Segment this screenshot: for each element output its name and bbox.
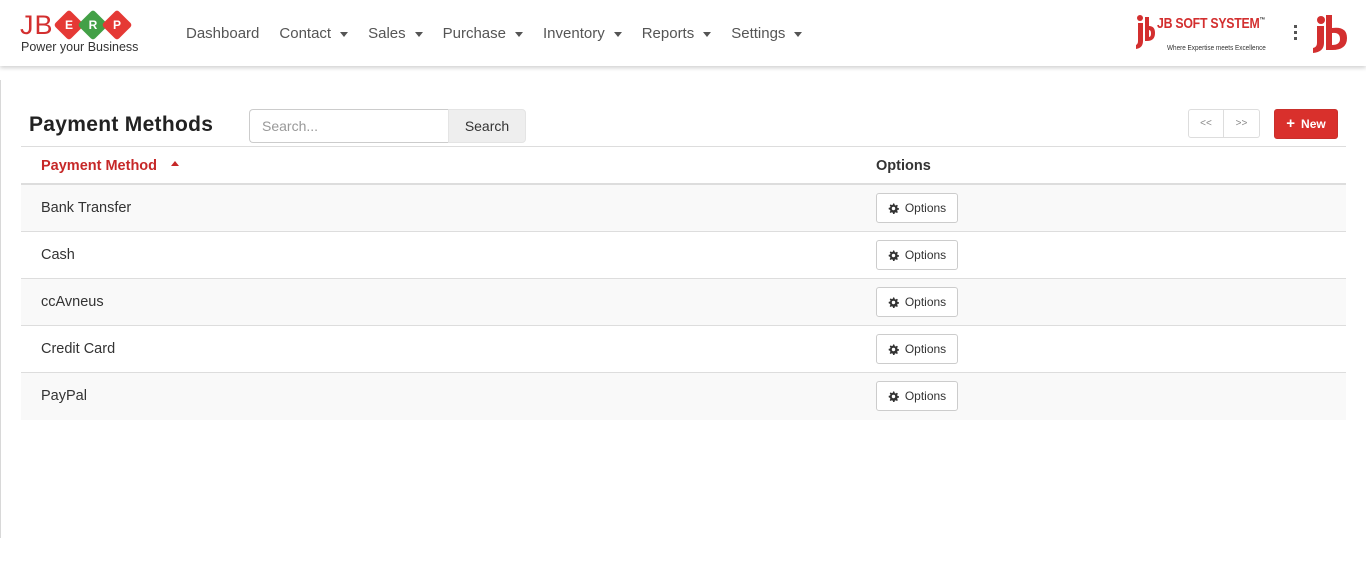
payment-method-name: PayPal	[41, 388, 87, 404]
caret-down-icon	[703, 31, 712, 37]
new-payment-method-button[interactable]: + New	[1274, 109, 1338, 139]
company-slogan: Where Expertise meets Excellence	[1167, 43, 1266, 52]
jberp-logo[interactable]: JB E R P Power your Business	[20, 9, 152, 56]
caret-down-icon	[515, 31, 523, 37]
page-title: Payment Methods	[29, 113, 214, 136]
brand-name: JB	[20, 10, 54, 40]
search-input[interactable]	[249, 109, 449, 143]
payment-methods-table: Payment Method Options Bank Transfer Opt…	[21, 146, 1346, 420]
column-header-options: Options	[876, 158, 931, 174]
user-profile-logo-icon[interactable]	[1311, 12, 1349, 54]
table-body: Bank Transfer Options Cash Options ccAvn…	[21, 185, 1346, 420]
payment-method-name: Credit Card	[41, 341, 116, 357]
gear-icon	[888, 249, 899, 261]
options-button[interactable]: Options	[876, 287, 958, 317]
caret-down-icon	[340, 31, 349, 37]
new-button-label: New	[1301, 117, 1326, 131]
options-button[interactable]: Options	[876, 381, 958, 411]
top-navbar: JB E R P Power your Business Dashboard C…	[0, 0, 1366, 66]
next-page-button[interactable]: >>	[1224, 109, 1260, 138]
options-button[interactable]: Options	[876, 334, 958, 364]
column-header-payment-method[interactable]: Payment Method	[41, 158, 180, 174]
nav-inventory[interactable]: Inventory	[533, 0, 632, 66]
gear-icon	[888, 343, 899, 355]
table-row: Bank Transfer Options	[21, 185, 1346, 232]
sort-ascending-icon	[171, 161, 180, 166]
options-button[interactable]: Options	[876, 193, 958, 223]
options-button[interactable]: Options	[876, 240, 958, 270]
table-row: PayPal Options	[21, 373, 1346, 420]
prev-page-button[interactable]: <<	[1188, 109, 1224, 138]
nav-dashboard[interactable]: Dashboard	[176, 0, 269, 66]
caret-down-icon	[613, 31, 622, 37]
gear-icon	[888, 390, 899, 402]
caret-down-icon	[414, 31, 423, 37]
brand-letter-p-diamond: P	[101, 9, 133, 41]
search-button[interactable]: Search	[448, 109, 526, 143]
plus-icon: +	[1286, 115, 1296, 132]
content-left-border	[0, 80, 1, 538]
payment-method-name: Bank Transfer	[41, 200, 132, 216]
payment-method-name: Cash	[41, 247, 75, 263]
gear-icon	[888, 296, 899, 308]
nav-settings[interactable]: Settings	[721, 0, 812, 66]
nav-purchase[interactable]: Purchase	[433, 0, 533, 66]
table-row: ccAvneus Options	[21, 279, 1346, 326]
search-group: Search	[249, 109, 526, 143]
caret-down-icon	[794, 31, 803, 37]
table-header: Payment Method Options	[21, 146, 1346, 185]
nav-reports[interactable]: Reports	[632, 0, 722, 66]
pagination: << >>	[1188, 109, 1260, 138]
brand-tagline: Power your Business	[21, 40, 139, 54]
company-name: JB SOFT SYSTEM™	[1157, 15, 1265, 32]
payment-method-name: ccAvneus	[41, 294, 104, 310]
table-row: Credit Card Options	[21, 326, 1346, 373]
nav-sales[interactable]: Sales	[358, 0, 433, 66]
nav-contact[interactable]: Contact	[269, 0, 358, 66]
main-menu: Dashboard Contact Sales Purchase Invento…	[176, 0, 812, 66]
table-row: Cash Options	[21, 232, 1346, 279]
jb-soft-system-logo: JB SOFT SYSTEM™ Where Expertise meets Ex…	[1135, 12, 1266, 54]
gear-icon	[888, 202, 899, 214]
jb-mark-icon	[1136, 15, 1155, 49]
more-menu-icon[interactable]	[1289, 25, 1301, 43]
